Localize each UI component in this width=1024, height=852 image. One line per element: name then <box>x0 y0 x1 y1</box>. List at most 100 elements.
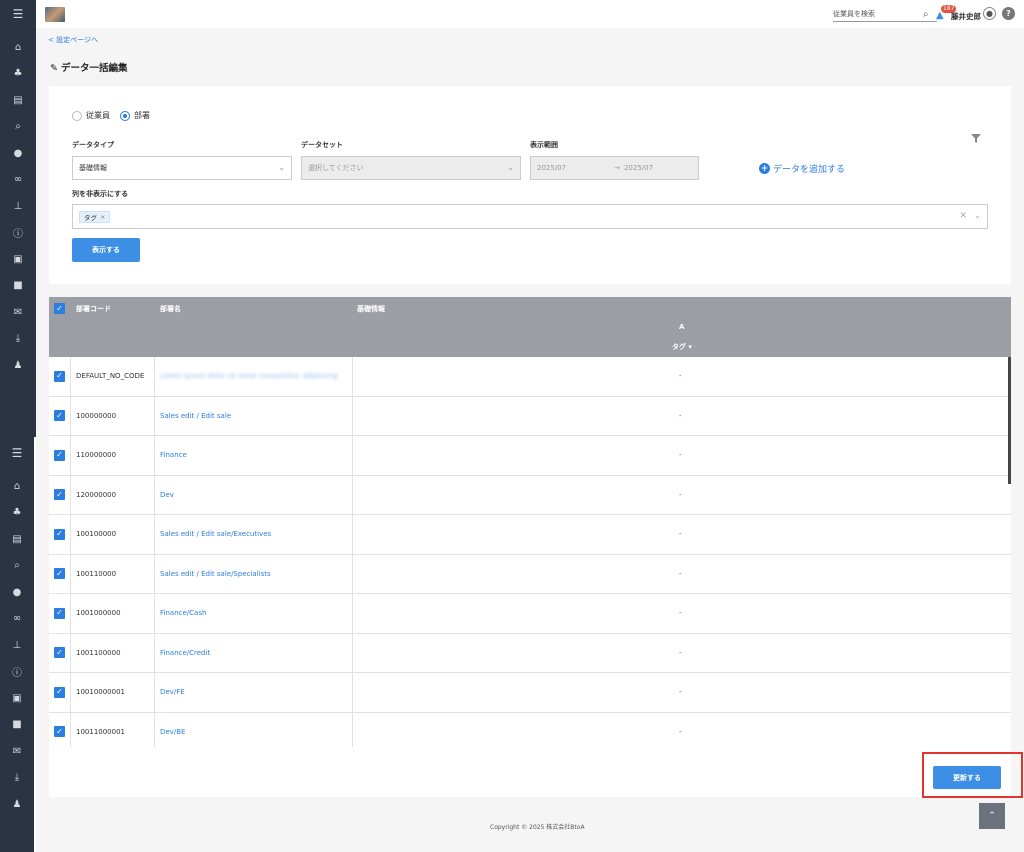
hidden-column-tag: タグ × <box>79 211 111 223</box>
row-checkbox[interactable]: ✓ <box>49 357 71 396</box>
user-settings-icon[interactable]: ♟ <box>0 352 36 379</box>
row-name-link[interactable]: Dev/FE <box>160 673 185 712</box>
radio-employee[interactable]: 従業員 <box>72 110 110 121</box>
row-name-link[interactable]: Finance/Cash <box>160 594 206 633</box>
menu-icon[interactable]: ☰ <box>0 0 36 28</box>
table-scrollbar[interactable] <box>1008 357 1011 484</box>
filter-icon[interactable] <box>971 134 981 143</box>
remove-tag-icon[interactable]: × <box>100 213 105 221</box>
show-button[interactable]: 表示する <box>72 238 140 262</box>
row-code: 100100000 <box>76 530 117 539</box>
header-group-a: A <box>679 323 685 331</box>
table-row[interactable]: ✓ 120000000 Dev - <box>49 475 1011 515</box>
book-icon[interactable]: ■ <box>0 712 35 739</box>
table-row[interactable]: ✓ 10011000001 Dev/BE - <box>49 712 1011 748</box>
row-name-link[interactable]: Sales edit / Edit sale/Specialists <box>160 555 271 594</box>
table-row[interactable]: ✓ DEFAULT_NO_CODE Lorem ipsum dolor sit am… <box>49 357 1011 397</box>
row-tag-value[interactable]: - <box>679 397 682 436</box>
company-logo[interactable] <box>45 7 65 22</box>
row-tag-value[interactable]: - <box>679 555 682 594</box>
main-content: ⌕ ▲ 187 藤井史郎 ● ? < 設定ページへ ✎データ一括編集 従業員 部… <box>36 0 1024 852</box>
add-data-button[interactable]: + データを追加する <box>759 162 845 175</box>
book-icon[interactable]: ■ <box>0 273 36 300</box>
table-row[interactable]: ✓ 10010000001 Dev/FE - <box>49 673 1011 713</box>
data-set-label: データセット <box>301 141 343 149</box>
row-name-link[interactable]: Sales edit / Edit sale <box>160 397 231 436</box>
home-icon[interactable]: ⌂ <box>0 34 36 61</box>
row-tag-value[interactable]: - <box>679 594 682 633</box>
download-icon[interactable]: ⤓ <box>0 765 35 792</box>
search-input[interactable] <box>833 10 923 18</box>
row-tag-value[interactable]: - <box>679 673 682 712</box>
clear-icon[interactable]: ✕ <box>959 211 967 221</box>
org-chart-icon[interactable]: ♣ <box>0 500 35 527</box>
row-tag-value[interactable]: - <box>679 515 682 554</box>
chat-icon[interactable]: ● <box>0 579 35 606</box>
search-icon[interactable]: ⌕ <box>923 9 929 20</box>
row-checkbox[interactable]: ✓ <box>49 712 71 747</box>
user-settings-icon[interactable]: ♟ <box>0 791 35 818</box>
avatar-icon[interactable]: ● <box>983 7 996 20</box>
contact-icon[interactable]: ▣ <box>0 246 36 273</box>
row-checkbox[interactable]: ✓ <box>49 633 71 672</box>
sidebar-primary: ☰ ⌂ ♣ ▤ ⌕ ● ∞ ⊥ ⓘ ▣ ■ ✉ ⤓ ♟ <box>0 0 36 437</box>
row-checkbox[interactable]: ✓ <box>49 396 71 435</box>
contact-icon[interactable]: ▣ <box>0 685 35 712</box>
search-icon[interactable]: ⌕ <box>0 114 36 141</box>
row-tag-value[interactable]: - <box>679 357 682 396</box>
link-icon[interactable]: ∞ <box>0 167 36 194</box>
row-tag-value[interactable]: - <box>679 634 682 673</box>
table-row[interactable]: ✓ 1001000000 Finance/Cash - <box>49 594 1011 634</box>
mail-icon[interactable]: ✉ <box>0 299 36 326</box>
hide-columns-select[interactable]: タグ × ✕ ⌄ <box>72 204 988 229</box>
chevron-down-icon[interactable]: ⌄ <box>974 211 981 220</box>
help-icon[interactable]: ? <box>1002 7 1015 20</box>
radio-circle[interactable] <box>72 110 82 121</box>
radio-circle[interactable] <box>120 110 130 121</box>
menu-icon[interactable]: ☰ <box>0 439 35 467</box>
data-set-select[interactable]: 選択してください ⌄ <box>301 156 521 180</box>
table-row[interactable]: ✓ 1001100000 Finance/Credit - <box>49 633 1011 673</box>
search-icon[interactable]: ⌕ <box>0 553 35 580</box>
row-name-link[interactable]: Dev <box>160 476 174 515</box>
row-tag-value[interactable]: - <box>679 713 682 748</box>
row-tag-value[interactable]: - <box>679 476 682 515</box>
document-icon[interactable]: ▤ <box>0 526 35 553</box>
chat-icon[interactable]: ● <box>0 140 36 167</box>
table-row[interactable]: ✓ 110000000 Finance - <box>49 436 1011 476</box>
row-checkbox[interactable]: ✓ <box>49 594 71 633</box>
radio-department[interactable]: 部署 <box>120 110 150 121</box>
row-name-link[interactable]: Dev/BE <box>160 713 185 748</box>
row-checkbox[interactable]: ✓ <box>49 515 71 554</box>
row-name-link[interactable]: Finance <box>160 436 187 475</box>
row-checkbox[interactable]: ✓ <box>49 436 71 475</box>
row-name-link[interactable]: Sales edit / Edit sale/Executives <box>160 515 271 554</box>
link-icon[interactable]: ∞ <box>0 606 35 633</box>
analytics-icon[interactable]: ⊥ <box>0 632 35 659</box>
scroll-top-button[interactable]: ⌃ <box>979 803 1005 829</box>
table-row[interactable]: ✓ 100110000 Sales edit / Edit sale/Special… <box>49 554 1011 594</box>
user-name[interactable]: 藤井史郎 <box>951 11 981 22</box>
header-tag-sort[interactable]: タグ ▾ <box>672 342 692 352</box>
analytics-icon[interactable]: ⊥ <box>0 193 36 220</box>
header-basic-info: 基礎情報 <box>357 305 385 313</box>
row-checkbox[interactable]: ✓ <box>49 554 71 593</box>
select-all-checkbox[interactable]: ✓ <box>54 303 65 314</box>
download-icon[interactable]: ⤓ <box>0 326 36 353</box>
row-name-link[interactable]: Finance/Credit <box>160 634 210 673</box>
display-range-picker[interactable]: 2025/07 → 2025/07 <box>530 156 699 180</box>
info-icon[interactable]: ⓘ <box>0 220 36 247</box>
org-chart-icon[interactable]: ♣ <box>0 61 36 88</box>
document-icon[interactable]: ▤ <box>0 87 36 114</box>
info-icon[interactable]: ⓘ <box>0 659 35 686</box>
row-tag-value[interactable]: - <box>679 436 682 475</box>
row-checkbox[interactable]: ✓ <box>49 475 71 514</box>
back-to-settings-link[interactable]: < 設定ページへ <box>48 35 98 45</box>
table-row[interactable]: ✓ 100000000 Sales edit / Edit sale - <box>49 396 1011 436</box>
home-icon[interactable]: ⌂ <box>0 473 35 500</box>
data-type-select[interactable]: 基礎情報 ⌄ <box>72 156 292 180</box>
mail-icon[interactable]: ✉ <box>0 738 35 765</box>
row-name-link[interactable]: Lorem ipsum dolor sit amet consectetur a… <box>160 357 338 396</box>
row-checkbox[interactable]: ✓ <box>49 673 71 712</box>
table-row[interactable]: ✓ 100100000 Sales edit / Edit sale/Executi… <box>49 515 1011 555</box>
